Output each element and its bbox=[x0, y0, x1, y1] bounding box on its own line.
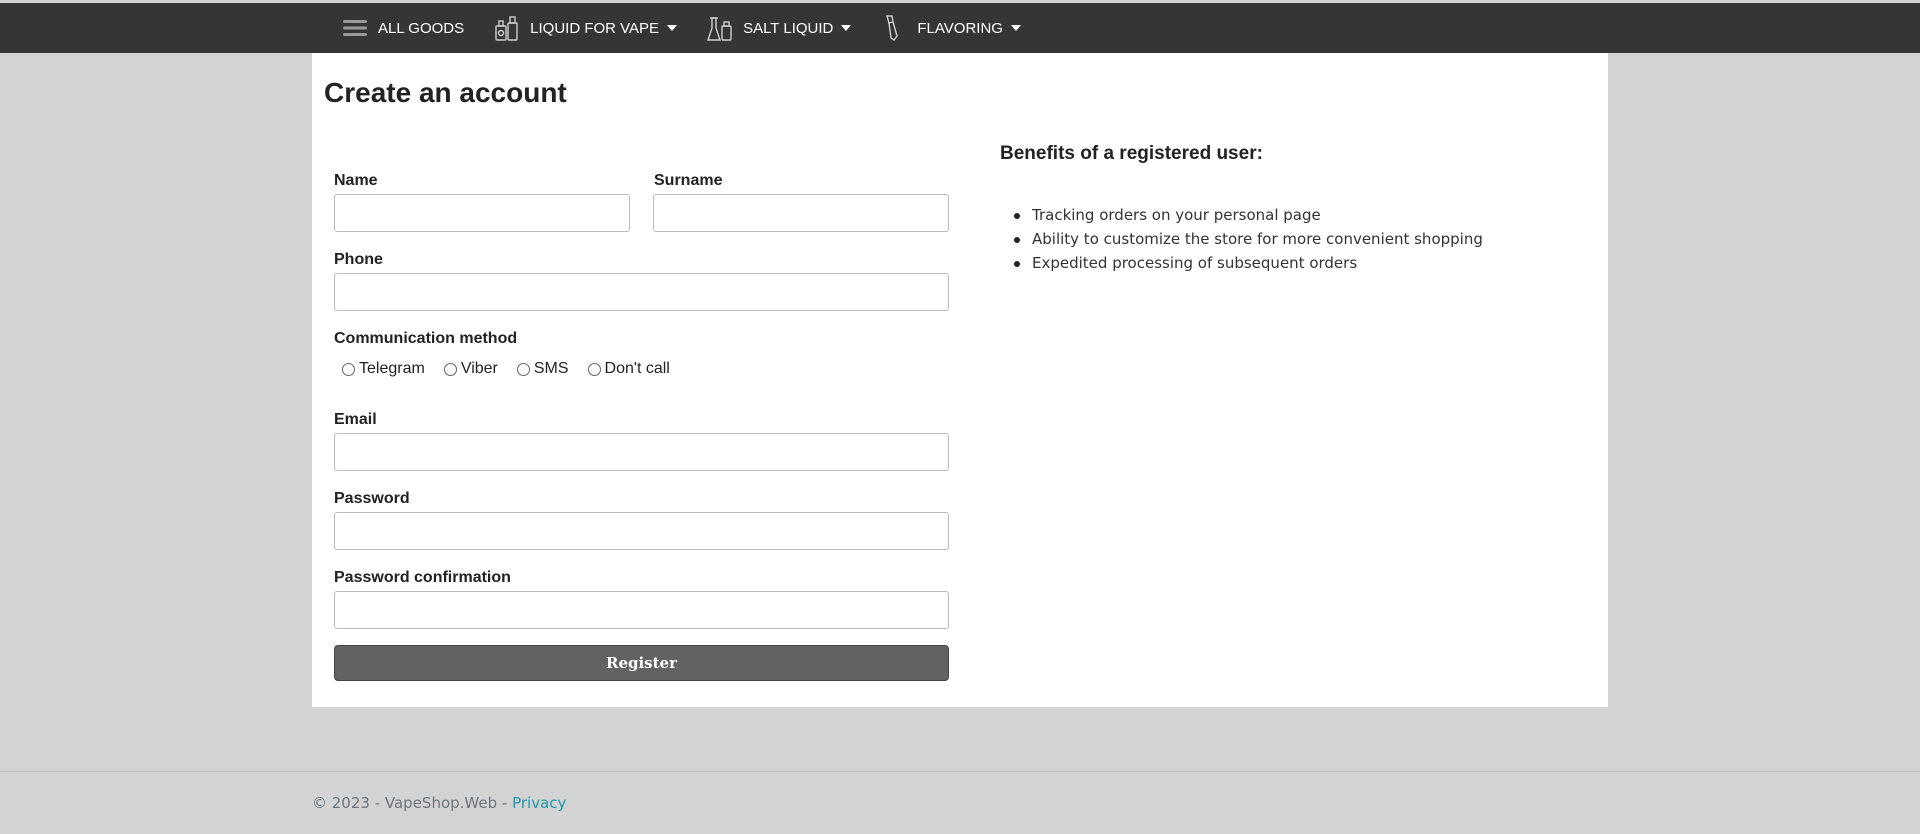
name-field[interactable] bbox=[334, 194, 630, 232]
radio-label: Telegram bbox=[359, 360, 425, 377]
register-button[interactable]: Register bbox=[334, 645, 949, 681]
radio-label: SMS bbox=[533, 360, 569, 377]
nav-item-label: ALL GOODS bbox=[378, 19, 465, 37]
password-confirmation-field[interactable] bbox=[334, 591, 949, 629]
chevron-down-icon bbox=[1010, 25, 1021, 31]
email-field[interactable] bbox=[334, 433, 949, 471]
nav-item-label: FLAVORING bbox=[917, 19, 1003, 37]
radio-button[interactable] bbox=[342, 362, 355, 376]
nav-item-salt-liquid[interactable]: SALT LIQUID bbox=[705, 3, 852, 53]
menu-icon bbox=[340, 13, 370, 43]
chevron-down-icon bbox=[841, 25, 852, 31]
footer-copyright: © 2023 - VapeShop.Web - bbox=[312, 794, 513, 812]
radio-button[interactable] bbox=[587, 362, 601, 376]
phone-field[interactable] bbox=[334, 273, 949, 311]
nav-item-label: SALT LIQUID bbox=[743, 19, 834, 37]
content-panel: Create an account Name Surname Phone Com… bbox=[312, 53, 1608, 707]
flask-icon bbox=[705, 13, 735, 43]
radio-button[interactable] bbox=[443, 362, 457, 376]
page-title: Create an account bbox=[324, 77, 567, 108]
radio-viber[interactable]: Viber bbox=[443, 360, 498, 378]
radio-button[interactable] bbox=[516, 362, 530, 376]
footer-divider bbox=[0, 771, 1920, 772]
top-navbar: ALL GOODS LIQUID FOR VAPE SALT LIQUID FL… bbox=[0, 3, 1920, 53]
radio-telegram[interactable]: Telegram bbox=[342, 360, 425, 378]
surname-label: Surname bbox=[654, 172, 723, 189]
nav-item-all-goods[interactable]: ALL GOODS bbox=[340, 3, 464, 53]
communication-method-group: Telegram Viber SMS Don't call bbox=[342, 360, 689, 378]
email-label: Email bbox=[334, 411, 377, 428]
nav-item-label: LIQUID FOR VAPE bbox=[530, 19, 660, 37]
footer: © 2023 - VapeShop.Web - Privacy bbox=[312, 794, 566, 812]
password-confirmation-label: Password confirmation bbox=[334, 569, 511, 586]
bottles-icon bbox=[492, 13, 522, 43]
password-label: Password bbox=[334, 490, 410, 507]
main-nav: ALL GOODS LIQUID FOR VAPE SALT LIQUID FL… bbox=[340, 3, 1049, 53]
phone-label: Phone bbox=[334, 251, 383, 268]
privacy-link[interactable]: Privacy bbox=[512, 794, 566, 812]
benefits-section: Benefits of a registered user: Tracking … bbox=[1000, 143, 1483, 272]
benefits-title: Benefits of a registered user: bbox=[1000, 143, 1263, 164]
password-field[interactable] bbox=[334, 512, 949, 550]
communication-method-label: Communication method bbox=[334, 330, 518, 347]
benefits-list: Tracking orders on your personal page Ab… bbox=[1014, 203, 1514, 275]
list-item: Ability to customize the store for more … bbox=[1014, 227, 1514, 251]
nav-item-liquid-for-vape[interactable]: LIQUID FOR VAPE bbox=[492, 3, 678, 53]
radio-label: Viber bbox=[460, 360, 498, 377]
nav-item-flavoring[interactable]: FLAVORING bbox=[879, 3, 1021, 53]
surname-field[interactable] bbox=[653, 194, 949, 232]
radio-label: Don't call bbox=[604, 360, 670, 377]
radio-dont-call[interactable]: Don't call bbox=[587, 360, 670, 378]
list-item: Tracking orders on your personal page bbox=[1014, 203, 1514, 227]
radio-sms[interactable]: SMS bbox=[516, 360, 569, 378]
name-label: Name bbox=[334, 172, 378, 189]
dropper-icon bbox=[879, 13, 909, 43]
chevron-down-icon bbox=[667, 25, 678, 31]
list-item: Expedited processing of subsequent order… bbox=[1014, 251, 1514, 275]
